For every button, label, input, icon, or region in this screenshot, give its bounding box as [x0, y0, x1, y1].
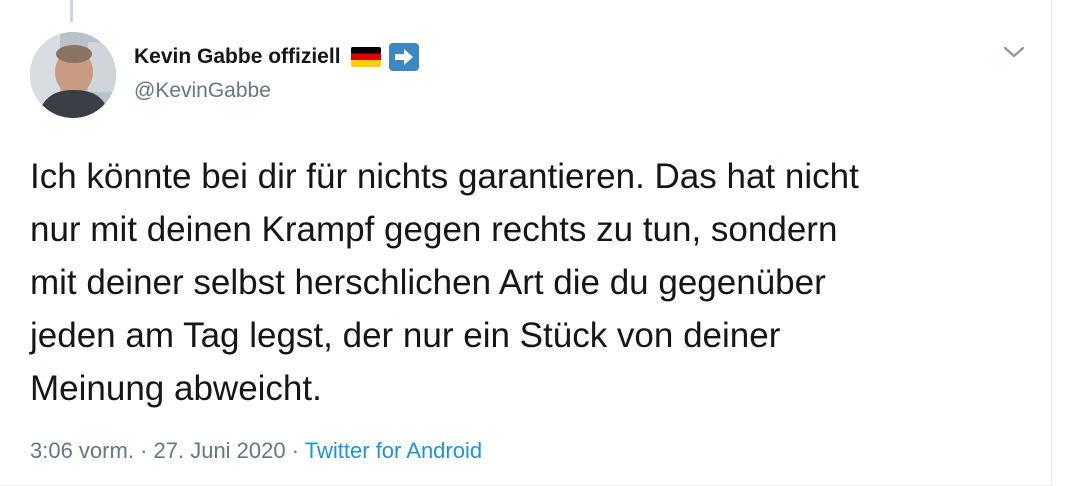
tweet-source-link[interactable]: Twitter for Android — [305, 438, 482, 463]
meta-separator: · — [291, 438, 300, 463]
author-handle[interactable]: @KevinGabbe — [134, 79, 271, 103]
author-name-row: Kevin Gabbe offiziell — [134, 43, 419, 71]
tweet-time[interactable]: 3:06 vorm. — [30, 438, 134, 463]
avatar[interactable] — [30, 32, 116, 118]
avatar-image — [30, 32, 116, 118]
tweet-card: Kevin Gabbe offiziell @KevinGabbe Ich kö… — [0, 0, 1052, 486]
meta-separator: · — [140, 438, 148, 463]
flag-germany-icon — [350, 47, 381, 67]
tweet-date[interactable]: 27. Juni 2020 — [154, 438, 286, 463]
author-display-name[interactable]: Kevin Gabbe offiziell — [134, 45, 341, 69]
chevron-down-icon[interactable] — [998, 38, 1030, 66]
tweet-text: Ich könnte bei dir für nichts garantiere… — [30, 157, 859, 408]
tweet-metadata: 3:06 vorm. · 27. Juni 2020 · Twitter for… — [30, 438, 482, 464]
thread-connector-line — [70, 0, 73, 22]
arrow-right-icon — [388, 43, 419, 71]
